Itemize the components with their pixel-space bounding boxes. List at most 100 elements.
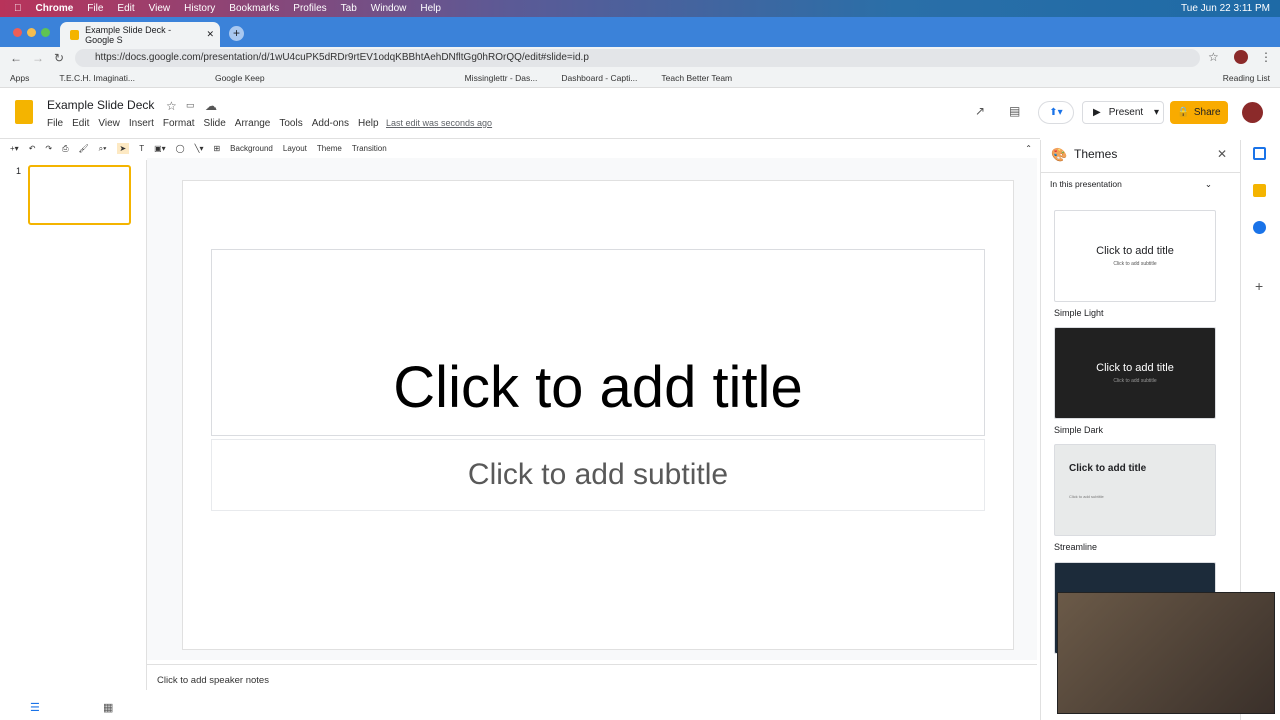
slides-logo-icon[interactable]	[15, 100, 33, 124]
share-button[interactable]: 🔒 Share	[1170, 101, 1228, 124]
image-icon[interactable]: ▣▾	[154, 144, 166, 153]
comments-icon[interactable]: ▤	[1009, 104, 1020, 118]
minimize-window-button[interactable]	[27, 28, 36, 37]
profile-avatar[interactable]	[1234, 50, 1248, 64]
print-icon[interactable]: ⎙	[62, 144, 68, 154]
menu-history[interactable]: History	[184, 3, 215, 14]
paint-format-icon[interactable]: 🖌	[79, 144, 89, 153]
move-folder-icon[interactable]: ▭	[186, 100, 195, 111]
menu-tools[interactable]: Tools	[279, 118, 302, 129]
star-icon[interactable]: ☆	[166, 99, 177, 113]
theme-simple-light[interactable]: Click to add title Click to add subtitle	[1054, 210, 1216, 302]
subtitle-placeholder[interactable]: Click to add subtitle	[211, 439, 985, 511]
speaker-notes[interactable]: Click to add speaker notes	[147, 664, 1037, 720]
filmstrip: 1	[0, 160, 147, 690]
menu-help[interactable]: Help	[358, 118, 379, 129]
present-dropdown-icon[interactable]: ▾	[1154, 107, 1159, 118]
present-button[interactable]: ▶ Present ▾	[1082, 101, 1164, 124]
menu-insert[interactable]: Insert	[129, 118, 154, 129]
palette-icon: 🎨	[1051, 147, 1068, 162]
bookmark-tech[interactable]: T.E.C.H. Imaginati...	[59, 73, 135, 83]
activity-icon[interactable]: ↗	[975, 104, 985, 118]
title-placeholder[interactable]: Click to add title	[211, 249, 985, 436]
add-addon-icon[interactable]: +	[1255, 278, 1263, 294]
themes-header: Themes	[1074, 147, 1118, 161]
present-label: Present	[1108, 107, 1144, 118]
menu-addons[interactable]: Add-ons	[312, 118, 349, 129]
theme-title: Click to add title	[1069, 463, 1147, 474]
cloud-status-icon[interactable]: ☁	[205, 99, 217, 113]
undo-icon[interactable]: ↶	[29, 144, 36, 153]
transition-button[interactable]: Transition	[352, 144, 387, 153]
new-slide-icon[interactable]: +▾	[10, 144, 19, 153]
menu-format[interactable]: Format	[163, 118, 195, 129]
theme-title: Click to add title	[1096, 362, 1174, 374]
background-button[interactable]: Background	[230, 144, 273, 153]
theme-subtitle: Click to add subtitle	[1113, 378, 1157, 384]
document-title[interactable]: Example Slide Deck	[47, 98, 154, 112]
close-window-button[interactable]	[13, 28, 22, 37]
new-tab-button[interactable]: +	[229, 26, 244, 41]
menu-window[interactable]: Window	[371, 3, 407, 14]
maximize-window-button[interactable]	[41, 28, 50, 37]
menu-help[interactable]: Help	[420, 3, 441, 14]
select-icon[interactable]: ➤	[116, 143, 130, 154]
bookmark-dashboard[interactable]: Dashboard - Capti...	[561, 73, 637, 83]
chrome-menu-icon[interactable]: ⋮	[1260, 50, 1272, 64]
menu-view[interactable]: View	[98, 118, 120, 129]
redo-icon[interactable]: ↷	[45, 144, 52, 153]
bookmark-missinglettr[interactable]: Missinglettr - Das...	[465, 73, 538, 83]
close-tab-icon[interactable]: ✕	[206, 29, 214, 40]
theme-simple-dark[interactable]: Click to add title Click to add subtitle	[1054, 327, 1216, 419]
theme-name: Streamline	[1054, 542, 1098, 552]
zoom-icon[interactable]: ⌕▾	[99, 144, 107, 154]
menu-bookmarks[interactable]: Bookmarks	[229, 3, 279, 14]
comment-icon[interactable]: ⊞	[213, 144, 220, 153]
calendar-icon[interactable]	[1253, 147, 1266, 160]
theme-streamline[interactable]: Click to add title Click to add subtitle	[1054, 444, 1216, 536]
apple-icon[interactable]: 	[14, 3, 22, 14]
menu-edit[interactable]: Edit	[72, 118, 89, 129]
bookmark-teach-better[interactable]: Teach Better Team	[661, 73, 732, 83]
slide-thumbnail[interactable]	[28, 165, 131, 225]
theme-filter-dropdown[interactable]: In this presentation ⌄	[1041, 172, 1241, 194]
filter-label: In this presentation	[1050, 179, 1122, 189]
tasks-icon[interactable]	[1253, 221, 1266, 234]
bookmark-apps[interactable]: Apps	[10, 73, 29, 83]
mac-menu-bar:  Chrome File Edit View History Bookmark…	[0, 0, 1280, 17]
grid-view-icon[interactable]: ▦	[103, 701, 113, 714]
meet-present-button[interactable]: ⬆▾	[1038, 101, 1074, 124]
menu-edit[interactable]: Edit	[117, 3, 134, 14]
menu-arrange[interactable]: Arrange	[235, 118, 271, 129]
slide-number: 1	[16, 166, 22, 176]
line-icon[interactable]: ╲▾	[195, 144, 204, 153]
theme-button[interactable]: Theme	[317, 144, 342, 153]
last-edit-link[interactable]: Last edit was seconds ago	[386, 118, 492, 128]
close-themes-icon[interactable]: ✕	[1217, 147, 1227, 161]
menu-file[interactable]: File	[87, 3, 103, 14]
menu-view[interactable]: View	[149, 3, 171, 14]
menu-tab[interactable]: Tab	[341, 3, 357, 14]
menu-slide[interactable]: Slide	[204, 118, 226, 129]
reload-icon[interactable]: ↻	[54, 51, 64, 65]
bookmark-star-icon[interactable]: ☆	[1208, 50, 1219, 64]
filmstrip-view-icon[interactable]: ☰	[30, 701, 40, 714]
theme-subtitle: Click to add subtitle	[1069, 494, 1104, 499]
back-icon[interactable]: ←	[10, 51, 22, 65]
collapse-toolbar-icon[interactable]: ⌃	[1025, 144, 1032, 153]
lock-icon: 🔒	[1177, 107, 1190, 118]
browser-tab[interactable]: Example Slide Deck - Google S ✕	[60, 22, 220, 47]
share-label: Share	[1193, 107, 1221, 118]
layout-button[interactable]: Layout	[283, 144, 307, 153]
bookmark-keep[interactable]: Google Keep	[215, 73, 265, 83]
forward-icon[interactable]: →	[32, 51, 44, 65]
menu-profiles[interactable]: Profiles	[293, 3, 326, 14]
menu-app[interactable]: Chrome	[36, 3, 74, 14]
url-input[interactable]: https://docs.google.com/presentation/d/1…	[75, 49, 1200, 67]
reading-list[interactable]: Reading List	[1223, 73, 1270, 83]
shape-icon[interactable]: ◯	[176, 144, 185, 153]
menu-file[interactable]: File	[47, 118, 63, 129]
textbox-icon[interactable]: T	[139, 144, 144, 153]
account-avatar[interactable]	[1242, 102, 1263, 123]
keep-icon[interactable]	[1253, 184, 1266, 197]
